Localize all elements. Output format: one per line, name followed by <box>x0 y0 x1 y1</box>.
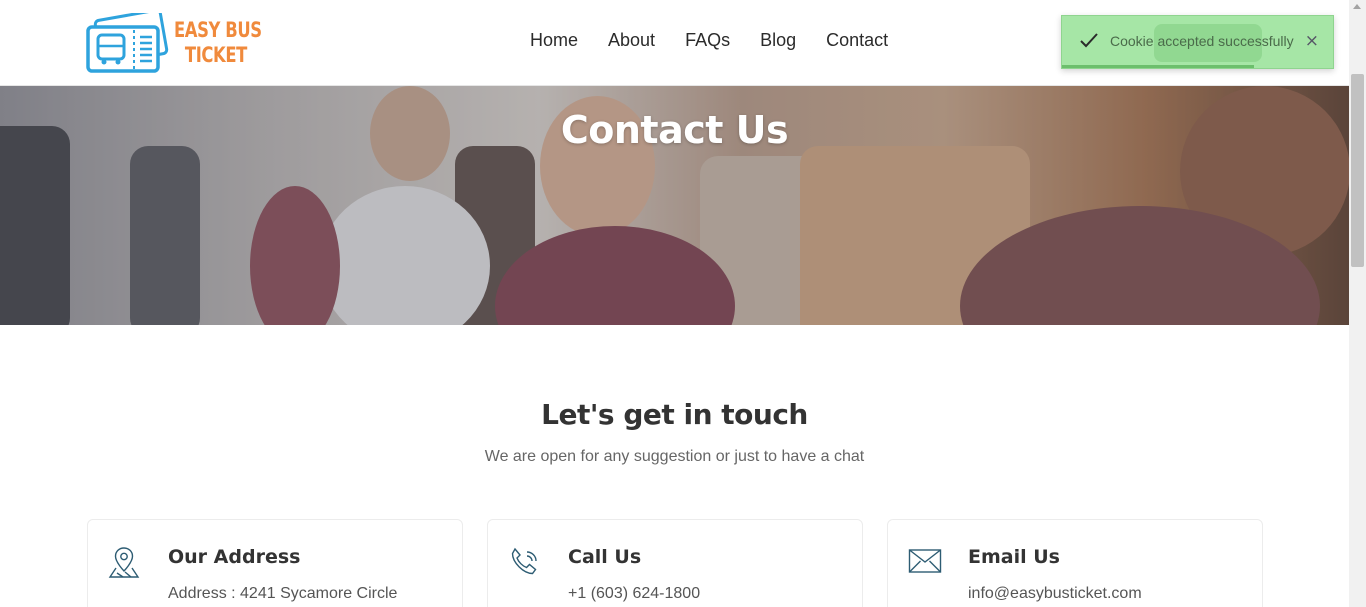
envelope-icon <box>908 546 942 578</box>
card-title: Call Us <box>568 546 642 568</box>
bus-ticket-logo-icon <box>86 8 170 73</box>
toast-message: Cookie accepted successfully <box>1110 33 1294 49</box>
section-title: Let's get in touch <box>541 398 808 431</box>
logo-line-2: TICKET <box>184 43 247 67</box>
nav-contact[interactable]: Contact <box>826 30 888 51</box>
close-icon[interactable]: × <box>1305 31 1319 51</box>
section-subtitle: We are open for any suggestion or just t… <box>484 448 865 465</box>
toast-notification: Cookie accepted successfully × <box>1061 15 1334 69</box>
logo-text: EASY BUS TICKET <box>174 18 262 68</box>
nav-faqs[interactable]: FAQs <box>685 30 730 51</box>
card-text[interactable]: +1 (603) 624-1800 <box>568 585 700 603</box>
main-nav: Home About FAQs Blog Contact <box>530 30 888 51</box>
nav-blog[interactable]: Blog <box>760 30 796 51</box>
site-logo[interactable]: EASY BUS TICKET <box>86 8 262 74</box>
address-card: Our Address Address : 4241 Sycamore Circ… <box>87 519 463 607</box>
scroll-up-arrow-icon[interactable] <box>1353 4 1361 9</box>
phone-card: Call Us +1 (603) 624-1800 <box>487 519 863 607</box>
card-text[interactable]: info@easybusticket.com <box>968 585 1142 603</box>
card-text: Address : 4241 Sycamore Circle <box>168 585 398 602</box>
checkmark-icon <box>1078 30 1100 52</box>
map-pin-icon <box>108 546 140 578</box>
scrollbar-thumb[interactable] <box>1351 74 1364 267</box>
nav-home[interactable]: Home <box>530 30 578 51</box>
page-title: Contact Us <box>560 108 789 152</box>
logo-line-1: EASY BUS <box>174 18 262 42</box>
email-card: Email Us info@easybusticket.com <box>887 519 1263 607</box>
hero-banner: Contact Us <box>0 86 1349 325</box>
toast-progress-bar <box>1062 65 1255 68</box>
phone-icon <box>508 546 540 578</box>
card-title: Email Us <box>968 546 1060 568</box>
nav-about[interactable]: About <box>608 30 655 51</box>
card-title: Our Address <box>168 546 301 568</box>
